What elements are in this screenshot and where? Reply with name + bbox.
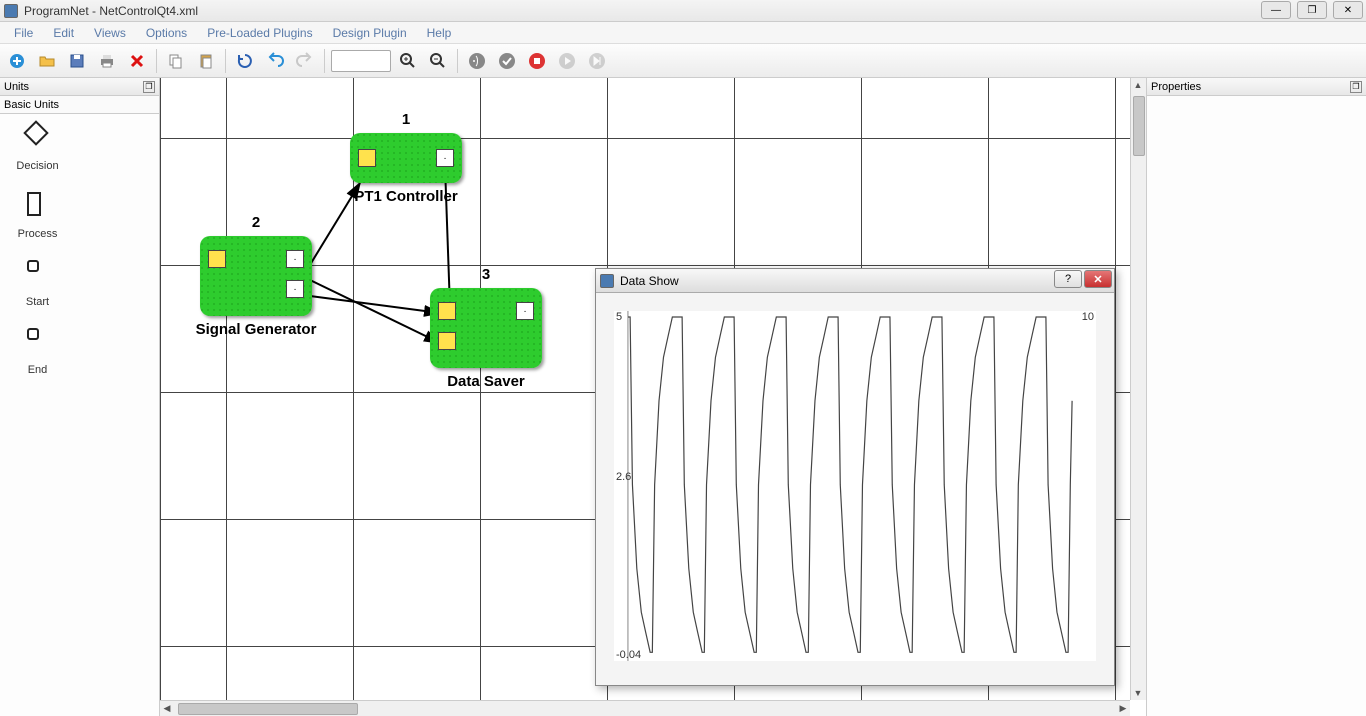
vertical-scrollbar[interactable]: ▲ ▼ bbox=[1130, 78, 1146, 700]
horizontal-scrollbar[interactable]: ◀ ▶ bbox=[160, 700, 1130, 716]
menu-help[interactable]: Help bbox=[417, 24, 462, 42]
properties-panel: Properties ❐ bbox=[1146, 78, 1366, 716]
port-output-icon[interactable]: · bbox=[516, 302, 534, 320]
properties-panel-minimize-icon[interactable]: ❐ bbox=[1350, 81, 1362, 93]
open-button[interactable] bbox=[34, 48, 60, 74]
stop-button[interactable] bbox=[524, 48, 550, 74]
dialog-icon bbox=[600, 274, 614, 288]
dialog-help-button[interactable]: ? bbox=[1054, 270, 1082, 288]
square-icon bbox=[27, 328, 39, 340]
port-input-icon[interactable] bbox=[438, 302, 456, 320]
zoom-out-button[interactable] bbox=[425, 48, 451, 74]
menu-preloaded-plugins[interactable]: Pre-Loaded Plugins bbox=[197, 24, 322, 42]
chart-ytick: 5 bbox=[616, 311, 622, 323]
app-icon bbox=[4, 4, 18, 18]
unit-process[interactable]: Process bbox=[10, 192, 65, 240]
toolbar bbox=[0, 44, 1366, 78]
menu-views[interactable]: Views bbox=[84, 24, 136, 42]
port-input-icon[interactable] bbox=[438, 332, 456, 350]
menu-file[interactable]: File bbox=[4, 24, 43, 42]
run-button[interactable] bbox=[464, 48, 490, 74]
data-show-dialog[interactable]: Data Show ? ✕ 5 2.6 -0.04 10 bbox=[595, 268, 1115, 686]
chart-ytick: -0.04 bbox=[616, 649, 641, 661]
chart-ytick: 2.6 bbox=[616, 471, 631, 483]
undo-button[interactable] bbox=[262, 48, 288, 74]
chart-xtick: 10 bbox=[1082, 311, 1094, 323]
port-output-icon[interactable]: · bbox=[286, 250, 304, 268]
port-input-icon[interactable] bbox=[208, 250, 226, 268]
dialog-titlebar[interactable]: Data Show ? ✕ bbox=[596, 269, 1114, 293]
redo-button[interactable] bbox=[292, 48, 318, 74]
port-output-icon[interactable]: · bbox=[436, 149, 454, 167]
unit-decision[interactable]: Decision bbox=[10, 124, 65, 172]
units-panel-header: Units ❐ bbox=[0, 78, 159, 96]
block-data-saver[interactable]: 3 · Data Saver bbox=[430, 288, 542, 368]
menu-options[interactable]: Options bbox=[136, 24, 197, 42]
close-button[interactable]: ✕ bbox=[1333, 1, 1363, 19]
port-input-icon[interactable] bbox=[358, 149, 376, 167]
units-panel-minimize-icon[interactable]: ❐ bbox=[143, 81, 155, 93]
units-subheader[interactable]: Basic Units bbox=[0, 96, 159, 114]
print-button[interactable] bbox=[94, 48, 120, 74]
properties-panel-header: Properties ❐ bbox=[1147, 78, 1366, 96]
check-button[interactable] bbox=[494, 48, 520, 74]
save-button[interactable] bbox=[64, 48, 90, 74]
dialog-title: Data Show bbox=[620, 274, 679, 288]
step-button[interactable] bbox=[584, 48, 610, 74]
maximize-button[interactable]: ❐ bbox=[1297, 1, 1327, 19]
square-icon bbox=[27, 260, 39, 272]
zoom-in-button[interactable] bbox=[395, 48, 421, 74]
units-panel-title: Units bbox=[4, 81, 29, 93]
minimize-button[interactable]: — bbox=[1261, 1, 1291, 19]
refresh-button[interactable] bbox=[232, 48, 258, 74]
dialog-close-button[interactable]: ✕ bbox=[1084, 270, 1112, 288]
menu-edit[interactable]: Edit bbox=[43, 24, 84, 42]
block-pt1-controller[interactable]: 1 · PT1 Controller bbox=[350, 133, 462, 183]
play-button[interactable] bbox=[554, 48, 580, 74]
properties-panel-title: Properties bbox=[1151, 81, 1201, 93]
menubar: File Edit Views Options Pre-Loaded Plugi… bbox=[0, 22, 1366, 44]
units-panel: Units ❐ Basic Units Decision Process Sta… bbox=[0, 78, 160, 716]
diamond-icon bbox=[23, 120, 48, 145]
window-titlebar: ProgramNet - NetControlQt4.xml — ❐ ✕ bbox=[0, 0, 1366, 22]
copy-button[interactable] bbox=[163, 48, 189, 74]
rect-icon bbox=[27, 192, 41, 216]
port-output-icon[interactable]: · bbox=[286, 280, 304, 298]
window-title: ProgramNet - NetControlQt4.xml bbox=[24, 4, 198, 18]
delete-button[interactable] bbox=[124, 48, 150, 74]
new-button[interactable] bbox=[4, 48, 30, 74]
search-input[interactable] bbox=[331, 50, 391, 72]
unit-start[interactable]: Start bbox=[10, 260, 65, 308]
block-signal-generator[interactable]: 2 · · Signal Generator bbox=[200, 236, 312, 316]
paste-button[interactable] bbox=[193, 48, 219, 74]
unit-end[interactable]: End bbox=[10, 328, 65, 376]
menu-design-plugin[interactable]: Design Plugin bbox=[323, 24, 417, 42]
chart-plot-area: 5 2.6 -0.04 10 bbox=[614, 311, 1096, 661]
